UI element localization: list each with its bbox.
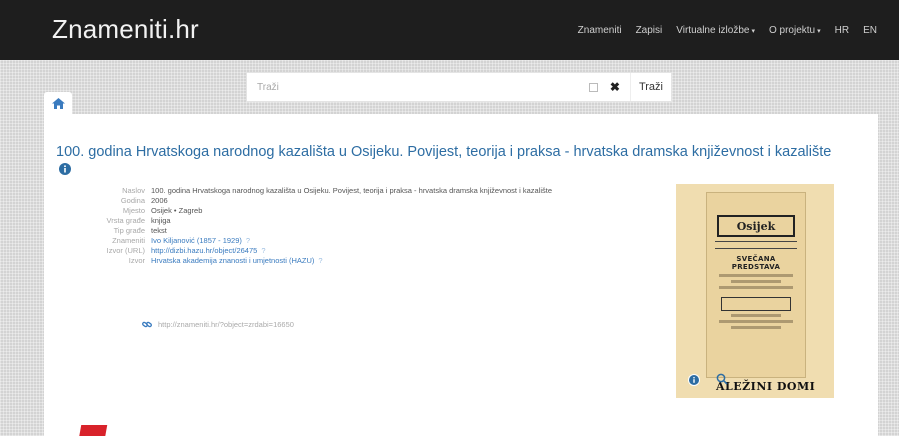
help-icon[interactable]: ? bbox=[261, 246, 265, 256]
meta-label: Izvor bbox=[128, 256, 145, 265]
record-title-text: 100. godina Hrvatskoga narodnog kazališt… bbox=[56, 144, 832, 160]
meta-label: Znameniti bbox=[112, 236, 145, 245]
meta-row-naslov: Naslov 100. godina Hrvatskoga narodnog k… bbox=[56, 186, 656, 196]
meta-label: Izvor (URL) bbox=[106, 246, 145, 255]
meta-link-znameniti[interactable]: Ivo Kiljanović (1857 - 1929) bbox=[151, 236, 242, 246]
magnifier-icon bbox=[716, 373, 728, 385]
meta-row-tip-grade: Tip građe tekst bbox=[56, 226, 656, 236]
search-button[interactable]: Traži bbox=[629, 73, 671, 101]
meta-value: tekst bbox=[151, 226, 167, 235]
nav-virtualne-izlozbe-label: Virtualne izložbe bbox=[676, 25, 750, 36]
clear-search-icon[interactable]: ✖ bbox=[610, 80, 620, 94]
help-icon[interactable]: ? bbox=[246, 236, 250, 246]
thumbnail-info-icon[interactable] bbox=[688, 374, 700, 386]
search-input[interactable] bbox=[247, 73, 589, 101]
meta-link-izvor[interactable]: Hrvatska akademija znanosti i umjetnosti… bbox=[151, 256, 314, 266]
meta-value: 100. godina Hrvatskoga narodnog kazališt… bbox=[151, 186, 553, 195]
poster-line bbox=[719, 274, 793, 277]
permalink: http://znameniti.hr/?object=zrdabi=16650 bbox=[142, 320, 294, 329]
record-panel: 100. godina Hrvatskoga narodnog kazališt… bbox=[44, 114, 878, 436]
poster-line bbox=[719, 286, 793, 289]
meta-row-vrsta-grade: Vrsta građe knjiga bbox=[56, 216, 656, 226]
search-option-checkbox[interactable] bbox=[588, 82, 598, 92]
info-icon[interactable] bbox=[59, 163, 71, 180]
caret-down-icon: ▾ bbox=[751, 28, 755, 35]
meta-label: Vrsta građe bbox=[106, 216, 146, 225]
nav-zapisi[interactable]: Zapisi bbox=[636, 25, 663, 36]
poster-caption: ALEŽINI DOMI bbox=[716, 380, 816, 393]
search-bar: ✖ Traži bbox=[246, 72, 672, 102]
meta-row-izvor: Izvor Hrvatska akademija znanosti i umje… bbox=[56, 256, 656, 266]
caret-down-icon: ▾ bbox=[817, 28, 821, 35]
red-decoration bbox=[78, 425, 108, 436]
meta-label: Tip građe bbox=[113, 226, 145, 235]
info-circle-icon bbox=[59, 163, 71, 175]
lang-hr[interactable]: HR bbox=[835, 25, 849, 36]
lang-en[interactable]: EN bbox=[863, 25, 877, 36]
nav-o-projektu[interactable]: O projektu ▾ bbox=[769, 25, 821, 36]
nav-virtualne-izlozbe[interactable]: Virtualne izložbe ▾ bbox=[676, 25, 755, 36]
brand-logo[interactable]: Znameniti.hr bbox=[52, 14, 199, 45]
poster-line bbox=[731, 314, 781, 317]
help-icon[interactable]: ? bbox=[318, 256, 322, 266]
main-nav: Znameniti Zapisi Virtualne izložbe ▾ O pr… bbox=[564, 25, 877, 36]
record-title: 100. godina Hrvatskoga narodnog kazališt… bbox=[56, 144, 846, 180]
top-navbar: Znameniti.hr Znameniti Zapisi Virtualne … bbox=[0, 0, 899, 60]
meta-row-godina: Godina 2006 bbox=[56, 196, 656, 206]
meta-link-izvor-url[interactable]: http://dizbi.hazu.hr/object/26475 bbox=[151, 246, 257, 256]
home-icon bbox=[51, 97, 65, 109]
home-tab[interactable] bbox=[44, 92, 72, 114]
record-thumbnail[interactable]: Osijek SVEČANA PREDSTAVA ALEŽINI DOMI bbox=[676, 184, 834, 398]
meta-value: Osijek • Zagreb bbox=[151, 206, 203, 215]
poster-rule bbox=[715, 241, 797, 249]
zoom-icon[interactable] bbox=[716, 372, 728, 390]
nav-znameniti[interactable]: Znameniti bbox=[578, 25, 622, 36]
meta-label: Mjesto bbox=[122, 206, 145, 215]
poster-head: Osijek bbox=[717, 215, 795, 237]
info-circle-icon bbox=[689, 375, 699, 385]
meta-value: 2006 bbox=[151, 196, 168, 205]
record-metadata: Naslov 100. godina Hrvatskoga narodnog k… bbox=[56, 186, 656, 266]
meta-row-izvor-url: Izvor (URL) http://dizbi.hazu.hr/object/… bbox=[56, 246, 656, 256]
nav-o-projektu-label: O projektu bbox=[768, 25, 816, 36]
poster-line bbox=[719, 320, 793, 323]
poster-image: Osijek SVEČANA PREDSTAVA bbox=[706, 192, 806, 378]
link-icon bbox=[142, 321, 152, 328]
poster-box bbox=[721, 297, 791, 311]
poster-main-text: SVEČANA PREDSTAVA bbox=[731, 255, 781, 271]
poster-line bbox=[731, 280, 781, 283]
meta-label: Godina bbox=[120, 196, 145, 205]
meta-row-mjesto: Mjesto Osijek • Zagreb bbox=[56, 206, 656, 216]
permalink-url[interactable]: http://znameniti.hr/?object=zrdabi=16650 bbox=[158, 320, 294, 329]
meta-label: Naslov bbox=[122, 186, 145, 195]
meta-value: knjiga bbox=[151, 216, 171, 225]
poster-line bbox=[731, 326, 781, 329]
meta-row-znameniti: Znameniti Ivo Kiljanović (1857 - 1929) ? bbox=[56, 236, 656, 246]
